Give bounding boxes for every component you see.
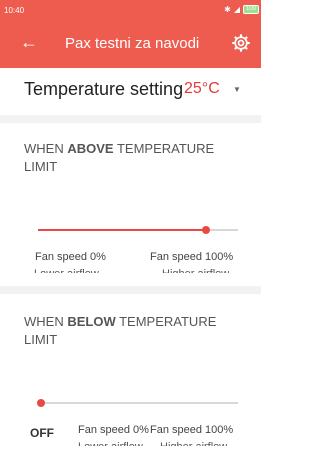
below-high-sub-label: Higher airflow (160, 441, 227, 446)
status-bar: 10:40 ✱ ◢ 100 (0, 0, 261, 20)
battery-icon: 100 (243, 5, 259, 14)
bluetooth-icon: ✱ (224, 5, 231, 14)
above-title-prefix: WHEN (24, 141, 68, 156)
below-low-sub-label: Lower airflow (78, 441, 143, 446)
temperature-value[interactable]: 25°C (184, 80, 220, 98)
above-high-sub-label: Higher airflow (162, 268, 229, 273)
signal-icon: ◢ (233, 5, 240, 14)
above-limit-title: WHEN ABOVE TEMPERATURE LIMIT (24, 140, 239, 176)
section-divider (0, 286, 261, 294)
below-slider-track[interactable] (41, 402, 238, 404)
above-slider-thumb[interactable] (202, 226, 210, 234)
below-fan-speed-low: Fan speed 0% (78, 424, 149, 436)
below-fan-speed-high: Fan speed 100% (150, 424, 234, 436)
off-label: OFF (30, 426, 54, 440)
app-title: Pax testni za navodi (65, 35, 200, 52)
temperature-setting-row[interactable]: Temperature setting 25°C ▼ (0, 68, 261, 114)
caret-down-icon[interactable]: ▼ (233, 85, 241, 94)
above-fan-speed-high: Fan speed 100% (150, 251, 234, 263)
below-title-prefix: WHEN (24, 314, 68, 329)
gear-icon[interactable] (231, 33, 251, 53)
above-fan-speed-low: Fan speed 0% (35, 251, 106, 263)
back-arrow-icon[interactable]: ← (20, 32, 38, 52)
above-title-bold: ABOVE (67, 141, 114, 156)
above-slider-fill (38, 229, 206, 231)
app-bar: ← Pax testni za navodi (0, 20, 261, 68)
section-divider (0, 115, 261, 123)
below-slider-thumb[interactable] (37, 399, 45, 407)
below-title-bold: BELOW (67, 314, 116, 329)
status-time: 10:40 (4, 6, 25, 15)
above-low-sub-label: Lower airflow (34, 268, 99, 273)
temperature-setting-label: Temperature setting (24, 79, 184, 99)
status-icons: ✱ ◢ 100 (224, 5, 259, 14)
below-limit-title: WHEN BELOW TEMPERATURE LIMIT (24, 313, 239, 349)
